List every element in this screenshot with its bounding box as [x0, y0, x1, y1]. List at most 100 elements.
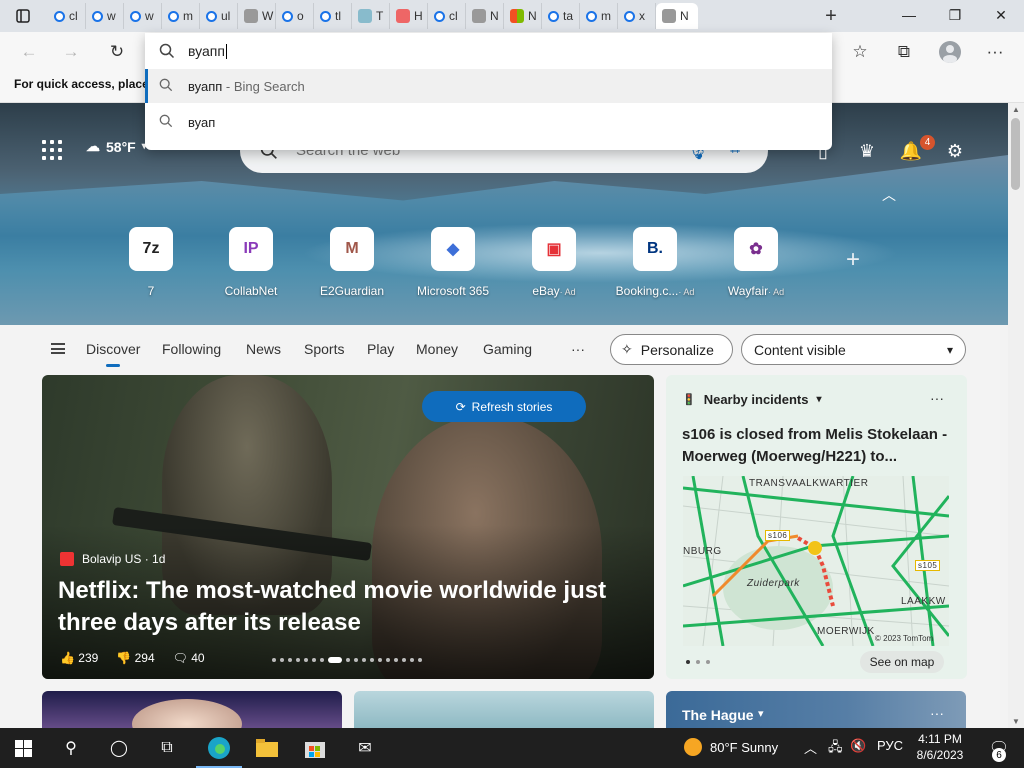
settings-more-icon[interactable]: ···	[982, 40, 1008, 64]
collapse-chevron-icon[interactable]: ︿	[882, 185, 896, 205]
carousel-dots[interactable]	[272, 657, 422, 663]
microsoft-store-icon[interactable]	[292, 728, 338, 768]
feed-tab-discover[interactable]: Discover	[86, 341, 140, 367]
cortana-icon[interactable]: ◯	[96, 728, 142, 768]
browser-tab[interactable]: N	[466, 3, 504, 29]
close-tab-icon[interactable]: ✕	[697, 10, 698, 23]
browser-tab[interactable]: W	[238, 3, 276, 29]
traffic-card[interactable]: 🚦 Nearby incidents ▾ ··· s106 is closed …	[666, 375, 967, 679]
profile-avatar[interactable]	[937, 40, 963, 64]
browser-tab[interactable]: cl	[428, 3, 466, 29]
clock[interactable]: 4:11 PM 8/6/2023	[912, 731, 968, 763]
comment-button[interactable]: 🗨 40	[173, 651, 205, 665]
page-scrollbar[interactable]: ▲ ▼	[1008, 103, 1024, 728]
start-windows-icon[interactable]	[0, 728, 46, 768]
traffic-light-icon: 🚦	[682, 394, 696, 406]
minimize-button[interactable]: —	[886, 4, 932, 26]
notifications-bell-icon[interactable]: 🔔	[900, 140, 922, 162]
card-more-icon[interactable]: ···	[930, 705, 944, 721]
browser-tab[interactable]: H	[390, 3, 428, 29]
address-input-value[interactable]: вуапп	[188, 43, 227, 60]
add-quick-link-button[interactable]: +	[846, 246, 860, 274]
language-indicator[interactable]: РУС	[877, 738, 903, 753]
incident-title[interactable]: s106 is closed from Melis Stokelaan - Mo…	[682, 424, 952, 468]
feed-tab-gaming[interactable]: Gaming	[483, 341, 532, 357]
quick-link-icon: ✿	[734, 227, 778, 271]
browser-tab[interactable]: tl	[314, 3, 352, 29]
feed-tab-following[interactable]: Following	[162, 341, 221, 357]
feed-tab-play[interactable]: Play	[367, 341, 394, 357]
close-window-button[interactable]: ✕	[978, 4, 1024, 26]
browser-tab[interactable]: ta	[542, 3, 580, 29]
story-card[interactable]	[42, 691, 342, 731]
personalize-button[interactable]: ✧ Personalize	[610, 334, 733, 365]
dislike-button[interactable]: 👎 294	[116, 651, 154, 665]
newtab-icon	[662, 9, 676, 23]
browser-tab[interactable]: cl	[48, 3, 86, 29]
browser-tab[interactable]: T	[352, 3, 390, 29]
weather-widget[interactable]: ☁ 58°F ▾	[86, 138, 147, 155]
quick-link-tile[interactable]: ◆ Microsoft 365	[403, 227, 503, 298]
search-icon	[434, 10, 445, 22]
more-tabs-button[interactable]: ···	[571, 341, 585, 357]
show-hidden-icons[interactable]: ︿	[804, 738, 817, 757]
network-icon[interactable]: 🖧	[828, 738, 843, 760]
suggestion-item[interactable]: вуапп - Bing Search	[145, 69, 832, 103]
new-tab-button[interactable]: +	[820, 5, 842, 27]
content-visibility-dropdown[interactable]: Content visible ▾	[741, 334, 966, 365]
favorites-icon[interactable]: ☆	[847, 40, 873, 64]
tab-title: x	[639, 9, 645, 23]
traffic-map[interactable]: TRANSVAALKWARTIER NBURG Zuiderpark LAAKK…	[683, 476, 949, 646]
quick-link-tile[interactable]: B. Booking.c...· Ad	[605, 227, 705, 298]
task-view-icon[interactable]: ⧉	[144, 728, 190, 768]
rewards-trophy-icon[interactable]: ♛	[856, 140, 878, 162]
hamburger-menu-icon[interactable]	[51, 343, 65, 354]
taskbar-weather[interactable]: 80°F Sunny	[684, 738, 778, 756]
refresh-stories-button[interactable]: ⟳ Refresh stories	[422, 391, 586, 422]
see-on-map-button[interactable]: See on map	[860, 651, 944, 673]
page-settings-gear-icon[interactable]: ⚙	[944, 140, 966, 162]
browser-tab[interactable]: m	[580, 3, 618, 29]
forward-button[interactable]: →	[58, 40, 84, 64]
browser-tab[interactable]: m	[162, 3, 200, 29]
quick-link-tile[interactable]: 7z 7	[101, 227, 201, 298]
browser-tab[interactable]: w	[86, 3, 124, 29]
volume-muted-icon[interactable]: 🔇	[850, 738, 866, 754]
quick-link-tile[interactable]: IP CollabNet	[201, 227, 301, 298]
collections-icon[interactable]: ⧉	[891, 40, 917, 64]
quick-link-tile[interactable]: ▣ eBay· Ad	[504, 227, 604, 298]
scrollbar-thumb[interactable]	[1011, 118, 1020, 190]
browser-tab[interactable]: o	[276, 3, 314, 29]
feed-tab-sports[interactable]: Sports	[304, 341, 344, 357]
tab-actions-icon[interactable]	[6, 6, 40, 26]
browser-tab[interactable]: ul	[200, 3, 238, 29]
browser-tab[interactable]: N✕	[656, 3, 698, 29]
feed-tab-news[interactable]: News	[246, 341, 281, 357]
traffic-header[interactable]: 🚦 Nearby incidents ▾	[682, 392, 822, 407]
story-reactions: 👍 239 👎 294 🗨 40	[60, 651, 205, 665]
browser-tab[interactable]: w	[124, 3, 162, 29]
suggestion-item[interactable]: вуап	[145, 105, 832, 139]
mail-icon[interactable]: ✉	[342, 728, 388, 768]
city-weather-card[interactable]: The Hague ▾ ···	[666, 691, 966, 731]
refresh-button[interactable]: ↻	[104, 40, 130, 64]
restore-button[interactable]: ❐	[932, 4, 978, 26]
address-bar[interactable]: вуапп	[145, 34, 832, 68]
back-button[interactable]: ←	[16, 40, 42, 64]
file-explorer-icon[interactable]	[244, 728, 290, 768]
apps-launcher-icon[interactable]	[42, 140, 62, 160]
quick-link-tile[interactable]: ✿ Wayfair· Ad	[706, 227, 806, 298]
story-headline[interactable]: Netflix: The most-watched movie worldwid…	[58, 575, 618, 639]
city-name[interactable]: The Hague	[682, 707, 754, 723]
quick-link-tile[interactable]: M E2Guardian	[302, 227, 402, 298]
feed-tab-money[interactable]: Money	[416, 341, 458, 357]
taskbar-search-icon[interactable]: ⚲	[48, 728, 94, 768]
clock-time: 4:11 PM	[918, 732, 962, 746]
card-pager-dots[interactable]	[686, 660, 710, 664]
story-card[interactable]	[354, 691, 654, 731]
like-button[interactable]: 👍 239	[60, 651, 98, 665]
edge-browser-icon[interactable]	[196, 728, 242, 768]
browser-tab[interactable]: N	[504, 3, 542, 29]
card-more-icon[interactable]: ···	[930, 390, 944, 406]
browser-tab[interactable]: x	[618, 3, 656, 29]
